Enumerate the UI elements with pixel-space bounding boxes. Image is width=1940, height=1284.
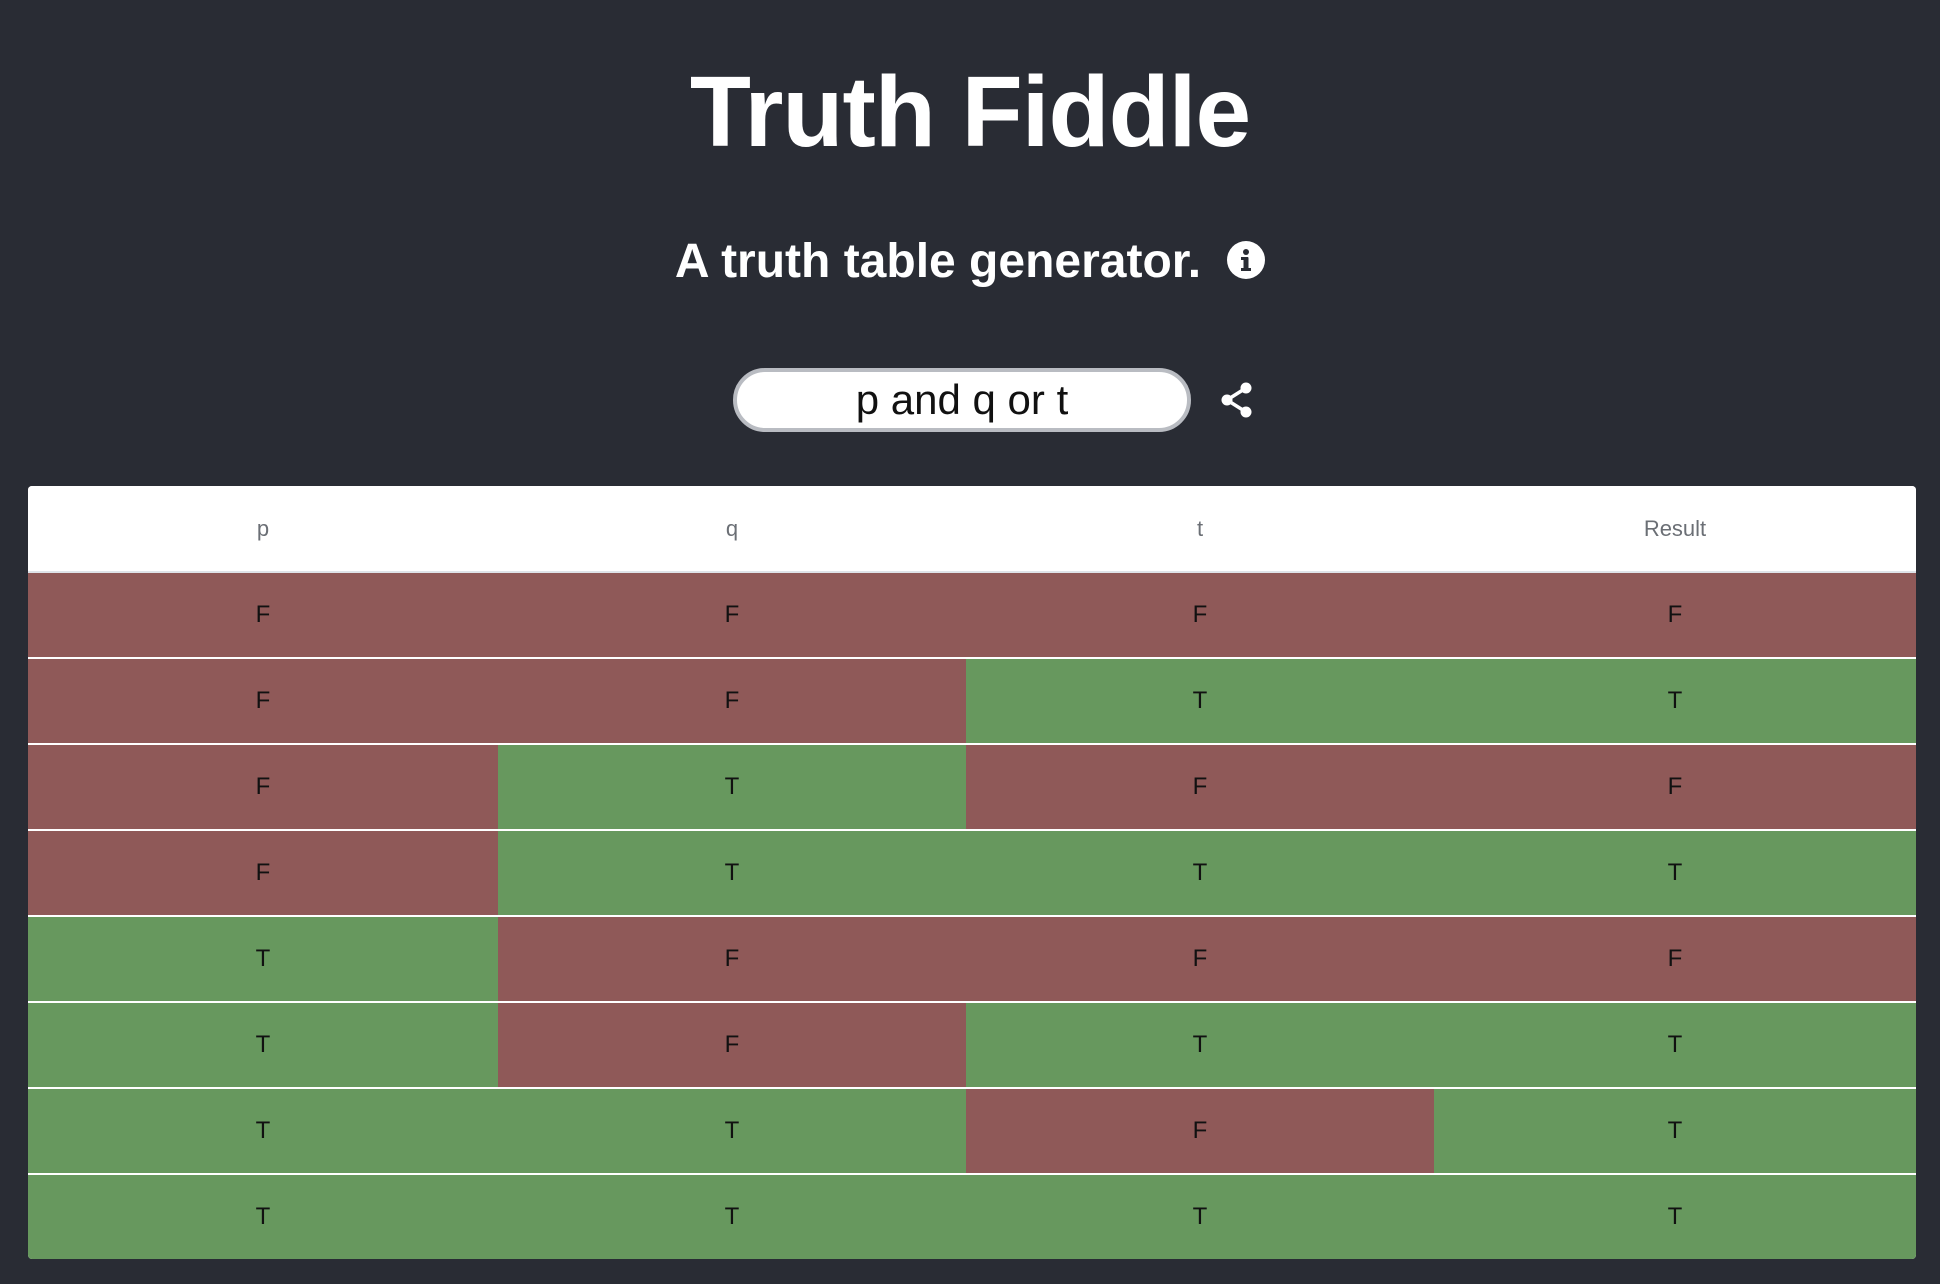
table-row: F F F F: [28, 572, 1916, 659]
truth-table-container: p q t Result F F F F F F T T F T F F F T…: [28, 486, 1916, 1259]
cell-result: F: [1434, 572, 1916, 659]
share-icon-glyph: [1221, 382, 1252, 418]
cell-result: T: [1434, 1174, 1916, 1259]
table-row: T T T T: [28, 1174, 1916, 1259]
table-body: F F F F F F T T F T F F F T T T T F F F …: [28, 572, 1916, 1259]
cell-result: F: [1434, 744, 1916, 831]
column-header-q: q: [498, 486, 966, 573]
cell-t: T: [966, 1002, 1434, 1089]
info-icon[interactable]: [1227, 241, 1266, 279]
page-subtitle: A truth table generator.: [674, 235, 1202, 288]
cell-p: T: [28, 1174, 498, 1259]
expression-input[interactable]: [733, 368, 1191, 432]
cell-result: T: [1434, 1002, 1916, 1089]
expression-row: [0, 368, 1940, 432]
cell-p: T: [28, 1088, 498, 1175]
page-title: Truth Fiddle: [689, 56, 1251, 168]
cell-p: F: [28, 830, 498, 917]
share-icon[interactable]: [1217, 380, 1257, 420]
column-header-p: p: [28, 486, 498, 573]
table-row: T F T T: [28, 1002, 1916, 1089]
cell-result: T: [1434, 658, 1916, 745]
cell-t: F: [966, 572, 1434, 659]
table-row: F T T T: [28, 830, 1916, 917]
truth-table: p q t Result F F F F F F T T F T F F F T…: [28, 486, 1916, 1259]
cell-t: F: [966, 744, 1434, 831]
cell-t: T: [966, 830, 1434, 917]
cell-result: T: [1434, 1088, 1916, 1175]
cell-q: T: [498, 1088, 966, 1175]
column-header-result: Result: [1434, 486, 1916, 573]
cell-p: F: [28, 658, 498, 745]
cell-p: T: [28, 1002, 498, 1089]
info-icon-glyph: [1241, 249, 1252, 271]
table-header-row: p q t Result: [28, 486, 1916, 573]
cell-q: T: [498, 744, 966, 831]
cell-q: F: [498, 658, 966, 745]
cell-t: F: [966, 1088, 1434, 1175]
cell-result: T: [1434, 830, 1916, 917]
cell-p: T: [28, 916, 498, 1003]
cell-q: T: [498, 830, 966, 917]
cell-p: F: [28, 744, 498, 831]
page: Truth Fiddle A truth table generator. p …: [0, 0, 1940, 1284]
table-row: T F F F: [28, 916, 1916, 1003]
table-row: F F T T: [28, 658, 1916, 745]
cell-p: F: [28, 572, 498, 659]
table-row: F T F F: [28, 744, 1916, 831]
cell-t: T: [966, 658, 1434, 745]
cell-q: F: [498, 572, 966, 659]
table-row: T T F T: [28, 1088, 1916, 1175]
cell-t: F: [966, 916, 1434, 1003]
cell-q: F: [498, 1002, 966, 1089]
cell-q: T: [498, 1174, 966, 1259]
cell-t: T: [966, 1174, 1434, 1259]
column-header-t: t: [966, 486, 1434, 573]
cell-q: F: [498, 916, 966, 1003]
cell-result: F: [1434, 916, 1916, 1003]
subtitle-row: A truth table generator.: [0, 232, 1940, 292]
